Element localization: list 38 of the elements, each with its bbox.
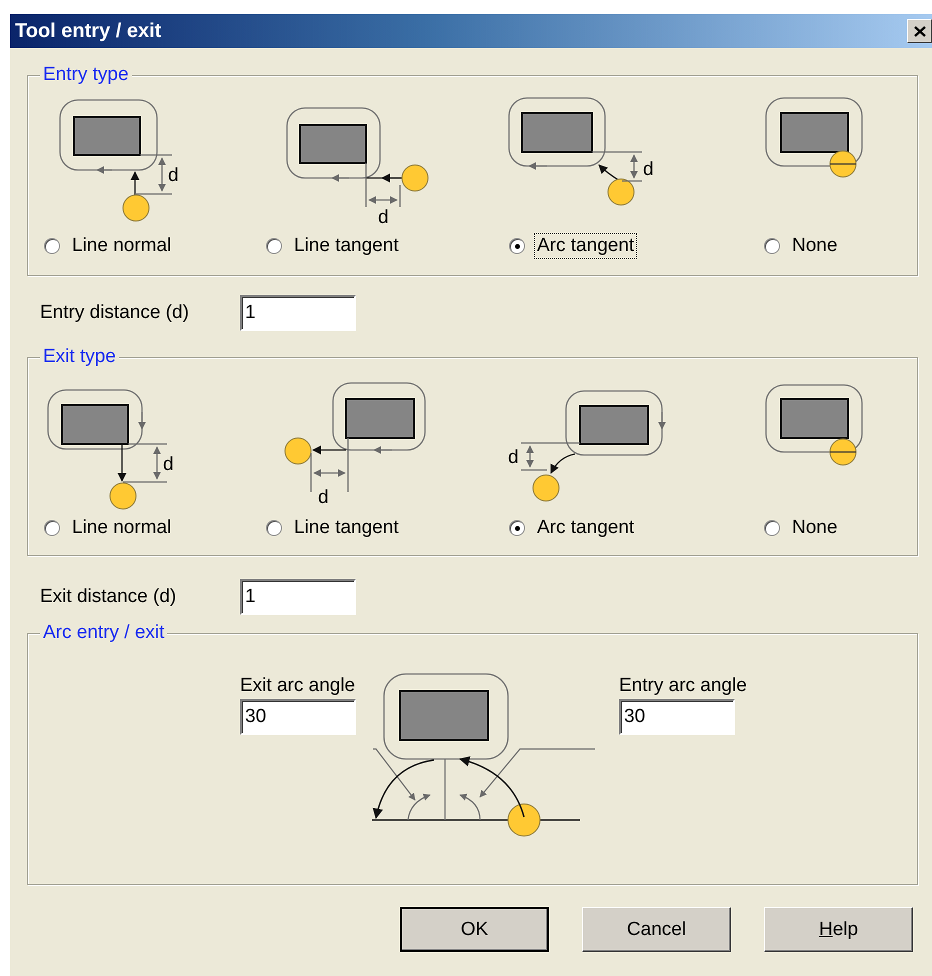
radio-button[interactable] <box>509 520 525 536</box>
dialog-button[interactable]: Help <box>764 907 913 952</box>
radio-button[interactable] <box>509 238 525 254</box>
radio-button[interactable] <box>764 520 780 536</box>
field-label: Exit arc angle <box>240 675 356 697</box>
radio-label[interactable]: Line normal <box>69 515 174 541</box>
group-title: Exit type <box>40 345 119 369</box>
radio-label[interactable]: Arc tangent <box>534 233 638 259</box>
radio-label[interactable]: None <box>789 233 840 259</box>
radio-button[interactable] <box>266 520 282 536</box>
radio-label[interactable]: None <box>789 515 840 541</box>
dialog-button[interactable]: OK <box>400 907 549 952</box>
dimension-label: d <box>378 207 389 228</box>
input-field[interactable]: 1 <box>240 295 356 331</box>
dialog-button[interactable]: Cancel <box>582 907 731 952</box>
radio-button[interactable] <box>44 520 60 536</box>
radio-button[interactable] <box>266 238 282 254</box>
window-title: Tool entry / exit <box>15 20 162 42</box>
radio-button[interactable] <box>44 238 60 254</box>
input-field[interactable]: 30 <box>240 699 356 735</box>
radio-label[interactable]: Line tangent <box>291 515 402 541</box>
input-field[interactable]: 1 <box>240 579 356 615</box>
field-label: Exit distance (d) <box>40 586 178 608</box>
dimension-label: d <box>168 165 179 186</box>
field-label: Entry arc angle <box>619 675 748 697</box>
group-title: Arc entry / exit <box>40 621 168 645</box>
close-icon <box>914 26 926 36</box>
input-field[interactable]: 30 <box>619 699 735 735</box>
dimension-label: d <box>163 454 174 475</box>
dimension-label: d <box>508 447 519 468</box>
field-label: Entry distance (d) <box>40 302 190 324</box>
close-button[interactable] <box>907 19 932 43</box>
radio-label[interactable]: Line tangent <box>291 233 402 259</box>
radio-button[interactable] <box>764 238 780 254</box>
radio-label[interactable]: Line normal <box>69 233 174 259</box>
radio-label[interactable]: Arc tangent <box>534 515 638 541</box>
dimension-label: d <box>643 159 654 180</box>
dimension-label: d <box>318 487 329 508</box>
